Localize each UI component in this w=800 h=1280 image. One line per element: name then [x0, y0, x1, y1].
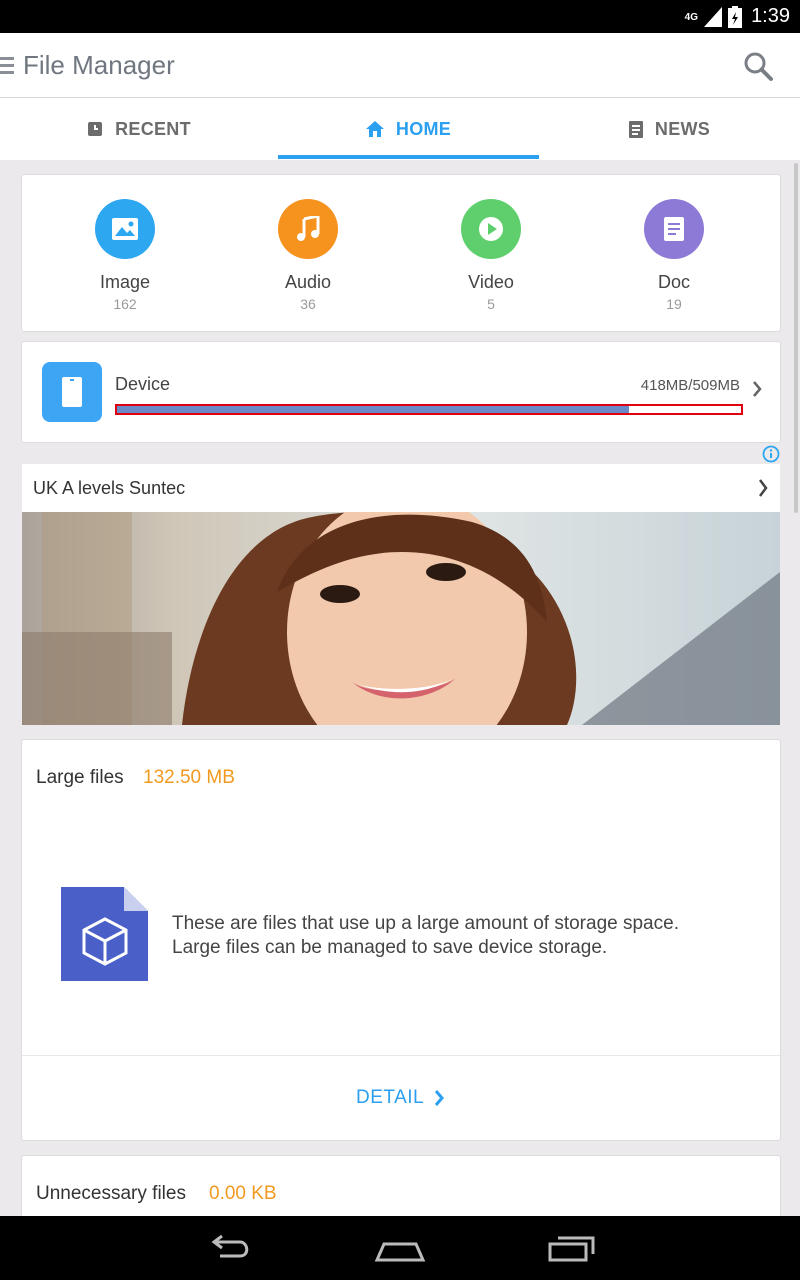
- tab-home[interactable]: HOME: [278, 98, 539, 160]
- large-files-description: These are files that use up a large amou…: [172, 912, 752, 960]
- signal-icon: [704, 7, 722, 27]
- divider: [22, 1055, 780, 1056]
- scrollbar[interactable]: [794, 163, 798, 513]
- detail-button[interactable]: DETAIL: [356, 1087, 445, 1109]
- network-label: 4G: [684, 11, 698, 23]
- category-label: Doc: [657, 272, 690, 292]
- phone-icon: [42, 362, 102, 422]
- music-note-icon: [278, 199, 338, 259]
- home-nav-icon[interactable]: [374, 1234, 426, 1264]
- chevron-right-icon: [753, 381, 762, 397]
- large-file-box-icon: [61, 887, 148, 981]
- menu-icon[interactable]: [0, 57, 14, 75]
- chevron-right-icon: [759, 479, 768, 497]
- search-icon[interactable]: [742, 50, 774, 82]
- tab-indicator: [278, 155, 539, 159]
- category-label: Audio: [284, 272, 332, 292]
- tab-recent[interactable]: RECENT: [0, 98, 278, 160]
- document-icon: [644, 199, 704, 259]
- category-doc[interactable]: Doc 19: [604, 199, 744, 312]
- status-icons: 4G: [685, 6, 742, 28]
- unnecessary-files-size: 0.00 KB: [209, 1183, 277, 1204]
- play-icon: [461, 199, 521, 259]
- tab-home-label: HOME: [395, 118, 452, 139]
- app-title: File Manager: [23, 50, 175, 80]
- tab-bar: RECENT HOME NEWS: [0, 98, 800, 160]
- device-usage-text: 418MB/509MB: [640, 377, 740, 394]
- navigation-bar: [0, 1216, 800, 1280]
- clock: 1:39: [751, 5, 790, 27]
- large-files-card: Large files 132.50 MB These are files th…: [21, 739, 781, 1141]
- home-icon: [365, 121, 384, 137]
- category-count: 36: [300, 296, 316, 312]
- description-line: These are files that use up a large amou…: [172, 913, 679, 934]
- category-audio[interactable]: Audio 36: [238, 199, 378, 312]
- battery-icon: [728, 6, 742, 28]
- detail-label: DETAIL: [356, 1087, 425, 1108]
- category-video[interactable]: Video 5: [421, 199, 561, 312]
- category-label: Video: [468, 272, 514, 292]
- app-bar: File Manager: [0, 33, 800, 98]
- category-count: 5: [487, 296, 495, 312]
- recent-icon: [88, 122, 103, 136]
- unnecessary-files-title: Unnecessary files: [36, 1183, 186, 1204]
- status-bar: 4G 1:39: [0, 0, 800, 33]
- storage-progress-fill: [117, 406, 629, 413]
- tab-news-label: NEWS: [654, 118, 711, 139]
- large-files-size: 132.50 MB: [143, 767, 235, 788]
- tab-recent-label: RECENT: [115, 118, 191, 139]
- storage-progress-bar: [115, 404, 743, 415]
- category-card: Image 162 Audio 36 Video 5 Doc 19: [21, 174, 781, 332]
- ad-title: UK A levels Suntec: [33, 478, 186, 498]
- back-icon[interactable]: [206, 1234, 254, 1264]
- category-count: 19: [666, 296, 682, 312]
- ad-image[interactable]: [22, 512, 780, 725]
- category-image[interactable]: Image 162: [55, 199, 195, 312]
- chevron-right-icon: [434, 1090, 445, 1106]
- recent-apps-icon[interactable]: [548, 1234, 596, 1264]
- device-storage-card[interactable]: Device 418MB/509MB: [21, 341, 781, 443]
- description-line: Large files can be managed to save devic…: [172, 937, 608, 958]
- news-icon: [628, 120, 643, 138]
- image-icon: [95, 199, 155, 259]
- large-files-title: Large files: [36, 767, 124, 788]
- device-label: Device: [115, 374, 171, 394]
- category-count: 162: [113, 296, 137, 312]
- ad-header[interactable]: UK A levels Suntec: [22, 464, 780, 512]
- category-label: Image: [99, 272, 151, 292]
- tab-news[interactable]: NEWS: [539, 98, 800, 160]
- info-icon[interactable]: [762, 445, 780, 463]
